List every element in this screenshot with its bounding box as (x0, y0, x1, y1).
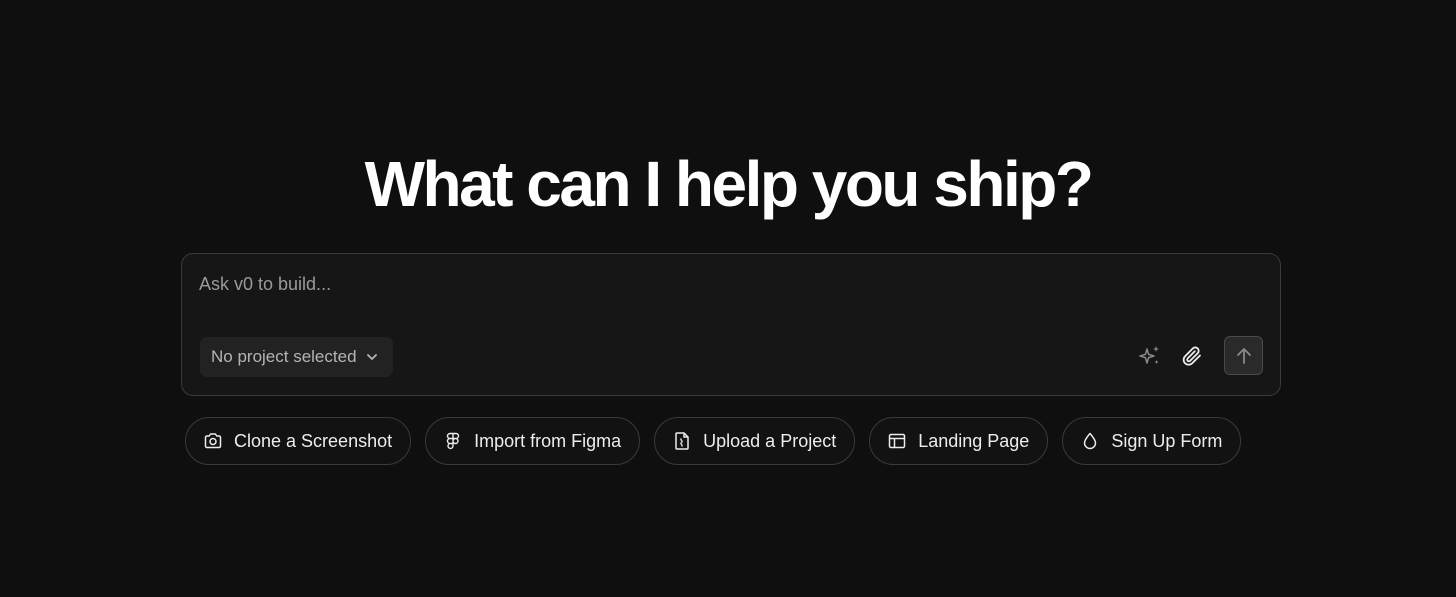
suggestion-label: Sign Up Form (1111, 430, 1223, 451)
attach-button[interactable] (1178, 342, 1206, 370)
prompt-composer: No project selected (181, 253, 1281, 396)
project-select-label: No project selected (211, 347, 357, 366)
sparkles-icon (1139, 345, 1159, 364)
figma-icon (446, 432, 460, 450)
chevron-down-icon (366, 354, 377, 360)
suggestion-label: Upload a Project (703, 430, 837, 451)
suggestion-chips: Clone a Screenshot Import from Figma Upl… (185, 417, 1242, 465)
send-button[interactable] (1224, 336, 1263, 375)
suggestion-sign-up-form[interactable]: Sign Up Form (1062, 417, 1242, 465)
prompt-input[interactable] (199, 274, 1259, 310)
layout-icon (888, 433, 906, 449)
page: What can I help you ship? No project sel… (0, 0, 1456, 597)
arrow-up-icon (1236, 347, 1251, 364)
suggestion-upload-project[interactable]: Upload a Project (654, 417, 856, 465)
page-title: What can I help you ship? (364, 148, 1094, 220)
enhance-prompt-button[interactable] (1136, 342, 1164, 370)
paperclip-icon (1182, 346, 1201, 366)
camera-icon (204, 433, 222, 449)
suggestion-import-figma[interactable]: Import from Figma (425, 417, 641, 465)
suggestion-label: Import from Figma (474, 430, 622, 451)
suggestion-clone-screenshot[interactable]: Clone a Screenshot (185, 417, 412, 465)
droplet-icon (1084, 432, 1097, 450)
suggestion-landing-page[interactable]: Landing Page (869, 417, 1049, 465)
suggestion-label: Landing Page (918, 430, 1030, 451)
file-upload-icon (675, 432, 689, 450)
suggestion-label: Clone a Screenshot (234, 430, 393, 451)
project-select[interactable]: No project selected (200, 337, 393, 377)
composer-actions (1136, 336, 1263, 375)
